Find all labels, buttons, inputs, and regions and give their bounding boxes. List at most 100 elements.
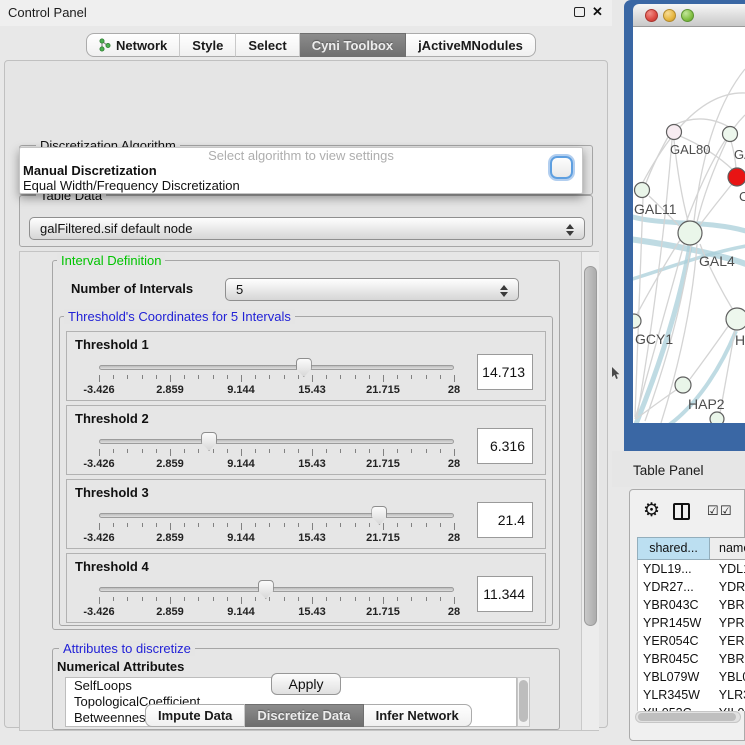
- minimize-traffic-light-icon[interactable]: [663, 9, 676, 22]
- tick: [369, 523, 370, 527]
- tick: [284, 375, 285, 379]
- checkbox-icon[interactable]: ☑: [720, 504, 732, 517]
- node-table: shared... name YDL19...YDL1YDR27...YDR2Y…: [637, 537, 745, 711]
- table-row[interactable]: YBR043CYBR0: [638, 596, 745, 614]
- table-row[interactable]: YIL052CYIL0: [638, 704, 745, 711]
- tab-jactivemnodules-label: jActiveMNodules: [418, 38, 523, 53]
- table-row[interactable]: YDR27...YDR2: [638, 578, 745, 596]
- threshold-value-field[interactable]: 6.316: [477, 428, 533, 464]
- thresholds-group: Threshold's Coordinates for 5 Intervals …: [59, 316, 553, 626]
- tick: [298, 597, 299, 601]
- panel-vertical-scrollbar[interactable]: [581, 252, 599, 730]
- tick: [156, 523, 157, 527]
- checkbox-icon[interactable]: ☑: [707, 504, 719, 517]
- tick: [170, 449, 171, 456]
- mouse-cursor: [612, 367, 621, 380]
- network-node-ga[interactable]: [723, 127, 738, 142]
- network-node-gal4[interactable]: [678, 221, 702, 245]
- algorithm-option-manual[interactable]: Manual Discretization: [20, 163, 582, 178]
- table-row[interactable]: YBR045CYBR0: [638, 650, 745, 668]
- algorithm-option-equal-width[interactable]: Equal Width/Frequency Discretization: [20, 178, 582, 193]
- table-panel-title: Table Panel: [633, 463, 704, 478]
- threshold-value-field[interactable]: 11.344: [477, 576, 533, 612]
- attributes-list-scrollbar[interactable]: [517, 677, 530, 727]
- tick: [312, 375, 313, 382]
- tab-select[interactable]: Select: [236, 33, 299, 57]
- network-node-h[interactable]: [726, 308, 745, 330]
- app-root: Control Panel ✕ NetworkStyleSelectCyni T…: [0, 0, 745, 745]
- tick: [355, 597, 356, 601]
- table-horizontal-scrollbar[interactable]: [635, 711, 741, 723]
- tick: [369, 597, 370, 601]
- scale-label: 2.859: [156, 532, 184, 544]
- tick: [99, 597, 100, 604]
- threshold-value-field[interactable]: 21.4: [477, 502, 533, 538]
- columns-icon[interactable]: [673, 503, 690, 520]
- table-row[interactable]: YPR145WYPR1: [638, 614, 745, 632]
- column-header-name[interactable]: name: [710, 537, 745, 560]
- threshold-slider-track[interactable]: [99, 365, 454, 370]
- network-node[interactable]: [710, 412, 724, 423]
- tick: [454, 375, 455, 382]
- network-edge: [635, 198, 643, 417]
- tick: [440, 597, 441, 601]
- table-row[interactable]: YLR345WYLR3: [638, 686, 745, 704]
- control-panel-window: Control Panel ✕ NetworkStyleSelectCyni T…: [0, 0, 612, 745]
- table-row[interactable]: YER054CYER0: [638, 632, 745, 650]
- float-window-icon[interactable]: [574, 7, 585, 17]
- tab-discretize-data[interactable]: Discretize Data: [245, 704, 363, 727]
- threshold-value-field[interactable]: 14.713: [477, 354, 533, 390]
- network-canvas[interactable]: GAL80GACGAL11GAL4GCY1HHAP2: [633, 27, 745, 423]
- close-icon[interactable]: ✕: [592, 4, 603, 20]
- tick: [383, 375, 384, 382]
- network-node-gcy1[interactable]: [633, 314, 641, 328]
- network-node-gal80[interactable]: [667, 125, 682, 140]
- scale-label: 21.715: [366, 384, 400, 396]
- threshold-slider-track[interactable]: [99, 439, 454, 444]
- combo-stepper-icon: [500, 283, 509, 299]
- cell-name: YPR1: [710, 614, 745, 632]
- table-data-combobox[interactable]: galFiltered.sif default node: [29, 217, 585, 240]
- table-row[interactable]: YBL079WYBL0: [638, 668, 745, 686]
- tick: [184, 375, 185, 379]
- tab-impute-data[interactable]: Impute Data: [145, 704, 245, 727]
- column-header-shared-name[interactable]: shared...: [637, 537, 710, 560]
- zoom-traffic-light-icon[interactable]: [681, 9, 694, 22]
- threshold-slider-thumb[interactable]: [258, 580, 274, 599]
- combo-stepper-icon: [566, 222, 575, 238]
- network-node-hap2[interactable]: [675, 377, 691, 393]
- algorithm-combobox[interactable]: [550, 156, 573, 179]
- tick: [411, 523, 412, 527]
- threshold-slider-thumb[interactable]: [201, 432, 217, 451]
- threshold-slider-track[interactable]: [99, 587, 454, 592]
- scale-label: -3.426: [83, 532, 114, 544]
- scale-label: 15.43: [298, 606, 326, 618]
- table-row[interactable]: YDL19...YDL1: [638, 560, 745, 578]
- network-node-c[interactable]: [728, 168, 745, 186]
- apply-button[interactable]: Apply: [271, 673, 341, 695]
- tick: [241, 449, 242, 456]
- tab-jactivemnodules[interactable]: jActiveMNodules: [406, 33, 536, 57]
- tab-style[interactable]: Style: [180, 33, 236, 57]
- threshold-slider-thumb[interactable]: [371, 506, 387, 525]
- network-window-titlebar[interactable]: [633, 4, 745, 27]
- scale-label: 28: [448, 384, 460, 396]
- tick: [369, 375, 370, 379]
- network-node-gal11[interactable]: [635, 183, 650, 198]
- cell-shared-name: YBR045C: [638, 650, 710, 668]
- tab-style-label: Style: [192, 38, 223, 53]
- network-view-window: GAL80GACGAL11GAL4GCY1HHAP2: [624, 0, 745, 451]
- tick: [127, 597, 128, 601]
- settings-scroll-viewport: Interval Definition Number of Intervals …: [19, 251, 599, 731]
- close-traffic-light-icon[interactable]: [645, 9, 658, 22]
- tick: [426, 523, 427, 527]
- threshold-label: Threshold 1: [75, 337, 149, 352]
- number-of-intervals-combobox[interactable]: 5: [225, 278, 519, 301]
- tab-infer-network[interactable]: Infer Network: [364, 704, 472, 727]
- gear-icon[interactable]: ⚙: [643, 501, 660, 520]
- tick: [156, 449, 157, 453]
- tick: [241, 375, 242, 382]
- threshold-slider-track[interactable]: [99, 513, 454, 518]
- tab-network[interactable]: Network: [86, 33, 180, 57]
- tab-cyni-toolbox[interactable]: Cyni Toolbox: [300, 33, 406, 57]
